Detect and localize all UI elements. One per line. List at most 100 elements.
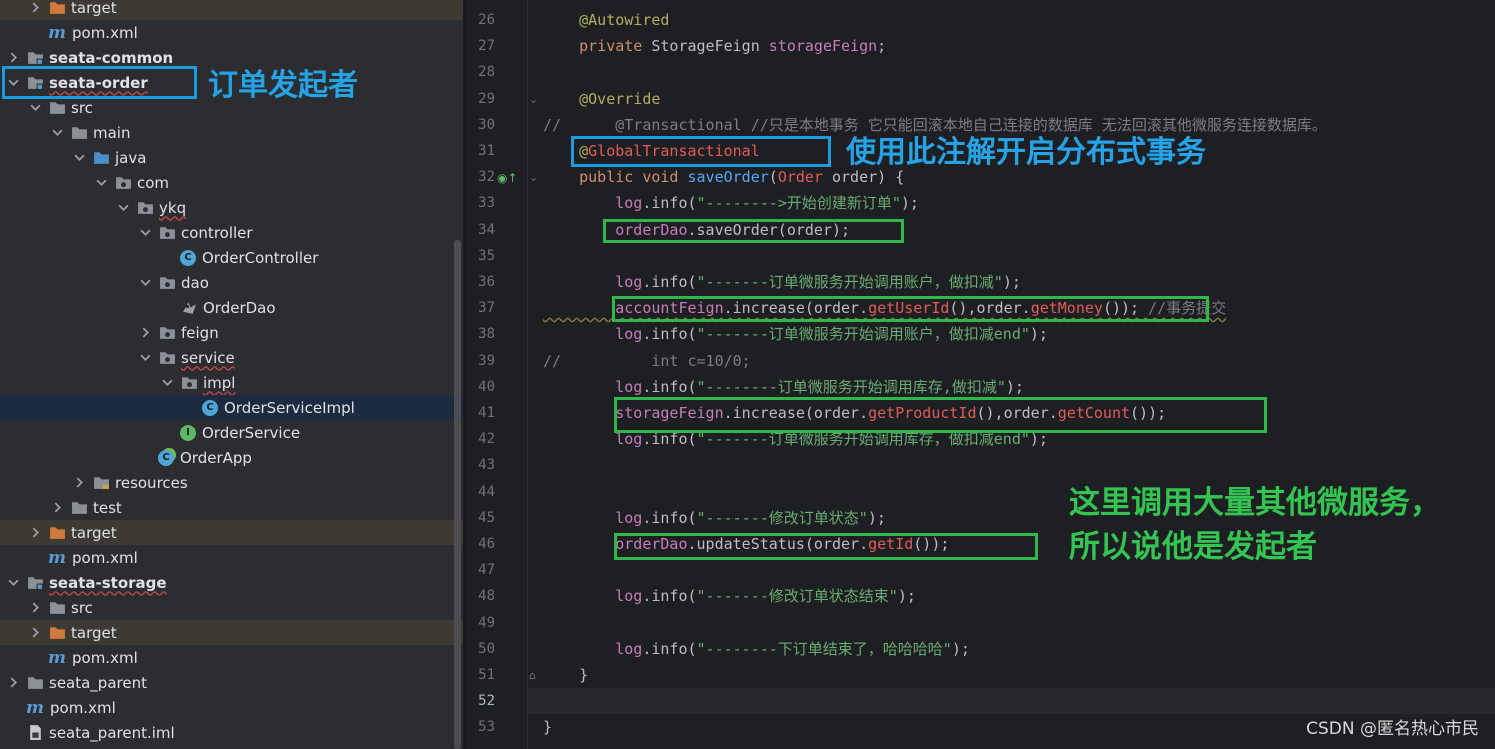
tree-item-ordercontroller[interactable]: C OrderController — [0, 245, 463, 270]
tree-item-resources[interactable]: resources — [0, 470, 463, 495]
folder-orange-icon — [48, 0, 66, 17]
tree-item-seata-parent-iml[interactable]: seata_parent.iml — [0, 720, 463, 745]
fold-marker-icon[interactable]: ⌂ — [529, 669, 536, 682]
tree-item-label: OrderController — [202, 248, 319, 267]
tree-scrollbar[interactable] — [454, 240, 461, 749]
chevron-right-icon[interactable] — [28, 1, 42, 15]
tree-item-orderapp[interactable]: C OrderApp — [0, 445, 463, 470]
line-number: 35 — [478, 248, 495, 264]
project-tree: target m pom.xml seata-common seata-order src… — [0, 0, 463, 749]
spring-class-icon: C — [158, 449, 174, 466]
chevron-down-icon[interactable] — [6, 576, 20, 590]
tree-item-label: OrderApp — [180, 448, 252, 467]
line-number: 37 — [478, 300, 495, 316]
code-line-53[interactable]: } — [543, 714, 552, 740]
chevron-down-icon[interactable] — [138, 351, 152, 365]
tree-item-label: seata_parent — [49, 673, 147, 692]
tree-item-com[interactable]: com — [0, 170, 463, 195]
tree-item-pom-xml[interactable]: m pom.xml — [0, 20, 463, 45]
tree-item-label: src — [71, 98, 93, 117]
tree-item-feign[interactable]: feign — [0, 320, 463, 345]
code-line-51[interactable]: } — [543, 662, 588, 688]
maven-icon: m — [48, 22, 66, 43]
line-number: 41 — [478, 405, 495, 421]
chevron-right-icon[interactable] — [72, 476, 86, 490]
chevron-down-icon[interactable] — [94, 176, 108, 190]
line-number: 36 — [478, 274, 495, 290]
chevron-right-icon[interactable] — [6, 51, 20, 65]
fold-marker-icon[interactable]: ⌄ — [529, 171, 538, 184]
tree-item-controller[interactable]: controller — [0, 220, 463, 245]
folder-icon — [48, 599, 66, 617]
code-line-45[interactable]: log.info("-------修改订单状态"); — [543, 505, 886, 531]
tree-item-seata-parent[interactable]: seata_parent — [0, 670, 463, 695]
chevron-right-icon[interactable] — [28, 601, 42, 615]
tree-item-target[interactable]: target — [0, 0, 463, 20]
tree-item-java[interactable]: java — [0, 145, 463, 170]
tree-item-orderdao[interactable]: OrderDao — [0, 295, 463, 320]
chevron-right-icon[interactable] — [138, 326, 152, 340]
code-line-38[interactable]: log.info("-------订单微服务开始调用账户，做扣减end"); — [543, 321, 1048, 347]
code-line-50[interactable]: log.info("--------下订单结束了，哈哈哈哈"); — [543, 636, 970, 662]
tree-item-target[interactable]: target — [0, 520, 463, 545]
code-line-29[interactable]: @Override — [543, 86, 660, 112]
tree-item-target[interactable]: target — [0, 620, 463, 645]
tree-item-label: impl — [203, 373, 236, 392]
chevron-right-icon[interactable] — [28, 526, 42, 540]
fold-marker-icon[interactable]: ⌄ — [529, 93, 538, 106]
line-number: 38 — [478, 326, 495, 342]
tree-item-label: resources — [115, 473, 188, 492]
tree-item-pom-xml[interactable]: m pom.xml — [0, 545, 463, 570]
code-line-39[interactable]: // int c=10/0; — [543, 348, 751, 374]
code-line-36[interactable]: log.info("-------订单微服务开始调用账户，做扣减"); — [543, 269, 1021, 295]
chevron-down-icon[interactable] — [72, 151, 86, 165]
code-line-48[interactable]: log.info("-------修改订单状态结束"); — [543, 583, 916, 609]
tree-item-label: controller — [181, 223, 253, 242]
chevron-down-icon[interactable] — [50, 126, 64, 140]
chevron-right-icon[interactable] — [50, 501, 64, 515]
maven-icon: m — [26, 697, 44, 718]
tree-item-ykq[interactable]: ykq — [0, 195, 463, 220]
tree-item-label: service — [181, 348, 235, 367]
maven-icon: m — [48, 647, 66, 668]
tree-item-dao[interactable]: dao — [0, 270, 463, 295]
tree-item-seata-storage[interactable]: seata-storage — [0, 570, 463, 595]
tree-item-label: target — [71, 623, 117, 642]
code-editor[interactable]: 26 27 28 29 30 31 32 33 34 35 36 37 38 39 40 41 42 43 44 45… — [467, 0, 1495, 749]
tree-item-label: com — [137, 173, 170, 192]
chevron-down-icon[interactable] — [138, 276, 152, 290]
tree-item-src[interactable]: src — [0, 595, 463, 620]
update-status-highlight-box — [614, 533, 1038, 560]
line-number: 27 — [478, 38, 495, 54]
tree-item-service[interactable]: service — [0, 345, 463, 370]
code-line-26[interactable]: @Autowired — [543, 7, 669, 33]
callout-line-1: 这里调用大量其他微服务， — [1069, 485, 1441, 521]
tree-item-test[interactable]: test — [0, 495, 463, 520]
chevron-right-icon[interactable] — [6, 676, 20, 690]
folder-icon — [70, 499, 88, 517]
chevron-down-icon[interactable] — [160, 376, 174, 390]
tree-item-impl[interactable]: impl — [0, 370, 463, 395]
code-line-27[interactable]: private StorageFeign storageFeign; — [543, 33, 886, 59]
tree-item-main[interactable]: main — [0, 120, 463, 145]
chevron-right-icon[interactable] — [28, 626, 42, 640]
gutter-separator — [527, 0, 528, 749]
tree-item-label: seata_parent.iml — [49, 723, 175, 742]
tree-item-pom-xml[interactable]: m pom.xml — [0, 645, 463, 670]
tree-item-orderservice[interactable]: I OrderService — [0, 420, 463, 445]
tree-item-orderserviceimpl[interactable]: C OrderServiceImpl — [0, 395, 463, 420]
line-number: 28 — [478, 64, 495, 80]
global-transactional-highlight-box — [571, 136, 831, 167]
implements-method-gutter-icon[interactable]: ◉↑ — [497, 171, 518, 185]
line-number: 48 — [478, 588, 495, 604]
chevron-down-icon[interactable] — [116, 201, 130, 215]
chevron-down-icon[interactable] — [28, 101, 42, 115]
global-tx-note: 使用此注解开启分布式事务 — [846, 135, 1206, 170]
code-line-33[interactable]: log.info("-------->开始创建新订单"); — [543, 190, 919, 216]
chevron-down-icon[interactable] — [138, 226, 152, 240]
order-initiator-note: 订单发起者 — [208, 68, 358, 103]
tree-item-pom-xml[interactable]: m pom.xml — [0, 695, 463, 720]
save-order-highlight-box — [603, 219, 904, 243]
package-icon — [158, 349, 176, 367]
line-number: 52 — [478, 693, 495, 709]
